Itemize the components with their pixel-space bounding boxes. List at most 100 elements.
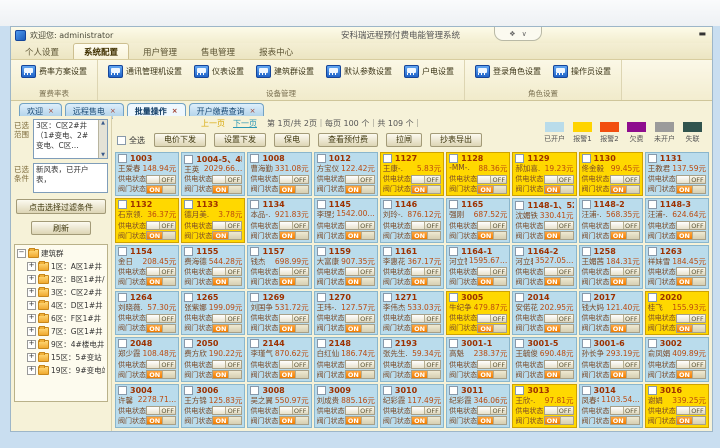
close-icon[interactable]: × [172,107,178,115]
toolbar-button[interactable]: 保电 [274,133,310,147]
next-page-link[interactable]: 下一页 [233,119,257,128]
valve-toggle[interactable]: ON [345,324,375,333]
minimize-button[interactable]: ▬ [698,29,706,39]
card-checkbox[interactable] [317,154,326,163]
supply-toggle[interactable]: OFF [411,175,441,184]
card-checkbox[interactable] [383,247,392,256]
card-checkbox[interactable] [250,154,259,163]
tree-item[interactable]: 15区：5#变站（3#变… [17,351,105,364]
valve-toggle[interactable]: ON [411,277,441,286]
choose-filter-button[interactable]: 点击选择过滤条件 [16,199,105,214]
supply-toggle[interactable]: OFF [676,314,706,323]
supply-toggle[interactable]: OFF [477,175,507,184]
expand-icon[interactable] [27,327,36,336]
card-checkbox[interactable] [184,386,193,395]
card-checkbox[interactable] [449,386,458,395]
card-checkbox[interactable] [118,200,127,209]
valve-toggle[interactable]: ON [477,416,507,425]
meter-card[interactable]: 1265 张紫娜 199.09元 供电状态 OFF [181,291,245,335]
supply-toggle[interactable]: OFF [212,314,242,323]
meter-card[interactable]: 1127 王康-. 5.83元 供电状态 OFF [380,152,444,196]
expand-icon[interactable] [27,275,36,284]
card-checkbox[interactable] [648,386,657,395]
expand-icon[interactable] [27,262,36,271]
supply-toggle[interactable]: OFF [544,175,574,184]
meter-card[interactable]: 1148-2 汪浦-. 568.35元 供电状态 OFF [579,198,643,242]
expand-icon[interactable] [27,301,36,310]
supply-toggle[interactable]: OFF [345,406,375,415]
meter-card[interactable]: 1263 祥妹雪. 184.45元 供电状态 OFF [645,245,709,289]
valve-toggle[interactable]: ON [544,324,574,333]
meter-card[interactable]: 1154 金日 208.45元 供电状态 OFF [115,245,179,289]
supply-toggle[interactable]: OFF [676,267,706,276]
supply-toggle[interactable]: OFF [345,267,375,276]
supply-toggle[interactable]: OFF [610,267,640,276]
card-checkbox[interactable] [383,386,392,395]
supply-toggle[interactable]: OFF [411,406,441,415]
card-checkbox[interactable] [648,154,657,163]
meter-card[interactable]: 3001-5 王毓俊 690.48元 供电状态 OFF [512,337,576,381]
card-checkbox[interactable] [383,339,392,348]
toolbar-button[interactable]: 设置下发 [214,133,266,147]
supply-toggle[interactable]: OFF [610,175,640,184]
valve-toggle[interactable]: ON [544,416,574,425]
valve-toggle[interactable]: ON [212,324,242,333]
valve-toggle[interactable]: ON [544,231,574,240]
selected-range-listbox[interactable]: 3区：C区2#井（1#变电、2#变电、C区… ▲▼ [33,119,108,159]
valve-toggle[interactable]: ON [610,277,640,286]
valve-toggle[interactable]: ON [411,370,441,379]
valve-toggle[interactable]: ON [676,370,706,379]
expand-icon[interactable] [27,288,36,297]
card-checkbox[interactable] [449,293,458,302]
supply-toggle[interactable]: OFF [676,360,706,369]
valve-toggle[interactable]: ON [146,277,176,286]
supply-toggle[interactable]: OFF [279,314,309,323]
valve-toggle[interactable]: ON [345,416,375,425]
valve-toggle[interactable]: ON [610,416,640,425]
supply-toggle[interactable]: OFF [610,221,640,230]
ribbon-button[interactable]: 仪表设置 [192,63,246,80]
ribbon-tab[interactable]: 报表中心 [249,44,303,59]
card-checkbox[interactable] [250,339,259,348]
card-checkbox[interactable] [250,293,259,302]
close-icon[interactable]: × [250,107,256,115]
supply-toggle[interactable]: OFF [411,267,441,276]
meter-card[interactable]: 1003 王爱春 148.94元 供电状态 OFF [115,152,179,196]
card-checkbox[interactable] [317,293,326,302]
meter-card[interactable]: 2048 郑少霞 108.48元 供电状态 OFF [115,337,179,381]
supply-toggle[interactable]: OFF [146,314,176,323]
card-checkbox[interactable] [648,247,657,256]
collapse-icon[interactable] [17,249,26,258]
expand-icon[interactable] [27,340,36,349]
meter-card[interactable]: 1131 王教君. 137.59元 供电状态 OFF [645,152,709,196]
supply-toggle[interactable]: OFF [345,221,375,230]
valve-toggle[interactable]: ON [212,277,242,286]
card-checkbox[interactable] [118,293,127,302]
card-checkbox[interactable] [118,247,127,256]
toolbar-button[interactable]: 抄表导出 [430,133,482,147]
card-checkbox[interactable] [383,293,392,302]
card-checkbox[interactable] [118,339,127,348]
supply-toggle[interactable]: OFF [345,360,375,369]
card-checkbox[interactable] [515,154,524,163]
tree-item[interactable]: 4区：D区1#井（D区1… [17,299,105,312]
meter-card[interactable]: 3004 许馨 2278.71… 供电状态 OFF [115,384,179,428]
valve-toggle[interactable]: ON [279,370,309,379]
ribbon-button[interactable]: 登录角色设置 [473,63,543,80]
expand-icon[interactable] [27,353,36,362]
valve-toggle[interactable]: ON [477,185,507,194]
select-all-checkbox[interactable] [117,136,126,145]
meter-card[interactable]: 3016 谢娟 339.25元 供电状态 OFF [645,384,709,428]
tree-item[interactable]: 19区：9#变电站（2#… [17,364,105,377]
card-checkbox[interactable] [383,154,392,163]
tree-item[interactable]: 6区：F区1#井（F区1#… [17,312,105,325]
valve-toggle[interactable]: ON [345,370,375,379]
supply-toggle[interactable]: OFF [477,221,507,230]
tree-item[interactable]: 7区：G区1#井 [17,325,105,338]
card-checkbox[interactable] [582,293,591,302]
supply-toggle[interactable]: OFF [146,360,176,369]
meter-card[interactable]: 2014 安偌花 202.95元 供电状态 OFF [512,291,576,335]
meter-card[interactable]: 1164-1 河立智. 1595.67… 供电状态 OFF [446,245,510,289]
supply-toggle[interactable]: OFF [212,360,242,369]
ribbon-tab[interactable]: 售电管理 [191,44,245,59]
